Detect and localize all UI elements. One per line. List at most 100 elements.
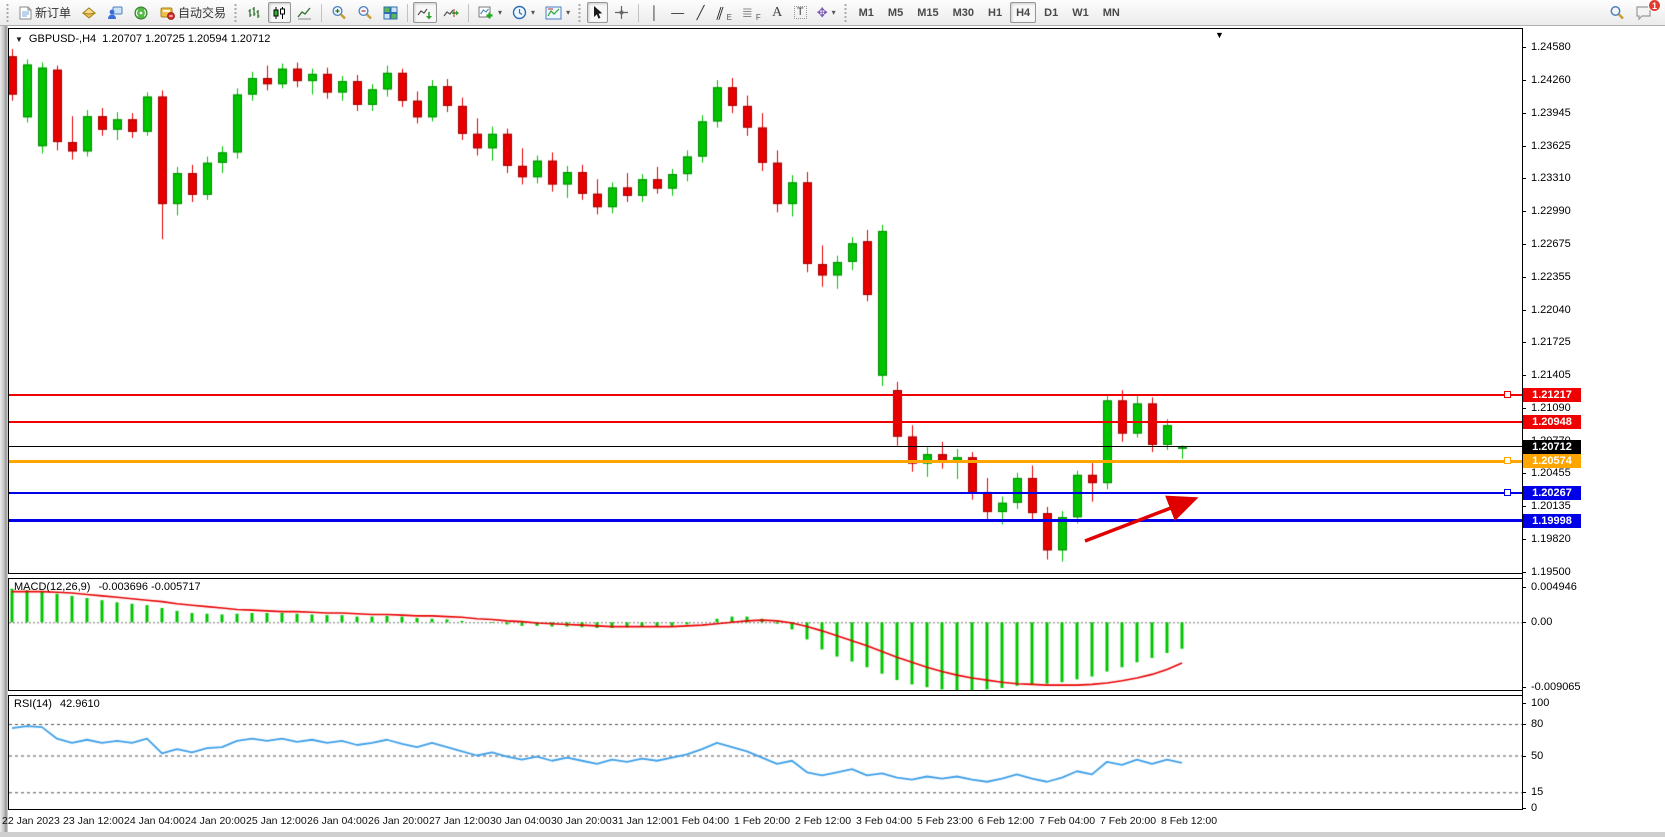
- cursor-button[interactable]: [587, 2, 608, 23]
- time-axis-label: 30 Jan 20:00: [551, 815, 612, 827]
- arrows-button[interactable]: ✥ ▾: [813, 2, 840, 23]
- chart-symbol-period: GBPUSD-,H4: [29, 33, 96, 45]
- time-axis-label: 24 Jan 20:00: [185, 815, 246, 827]
- line-price-tag: 1.20267: [1523, 486, 1581, 500]
- time-axis-label: 26 Jan 04:00: [307, 815, 368, 827]
- new-order-icon: [19, 6, 32, 20]
- line-price-tag: 1.19998: [1523, 514, 1581, 528]
- candlestick-icon: [272, 6, 287, 20]
- text-label-button[interactable]: T: [790, 2, 811, 23]
- new-order-label: 新订单: [35, 4, 71, 21]
- timeframe-button-m1[interactable]: M1: [853, 2, 880, 23]
- time-axis-label: 7 Feb 04:00: [1039, 815, 1095, 827]
- bar-chart-button[interactable]: [243, 2, 266, 23]
- rsi-axis-tick: [1522, 792, 1526, 793]
- timeframe-button-d1[interactable]: D1: [1038, 2, 1064, 23]
- price-axis-tick: [1522, 473, 1526, 474]
- toolbar-grip[interactable]: [5, 4, 10, 22]
- tile-windows-button[interactable]: [379, 2, 402, 23]
- channel-icon: ∥: [715, 6, 726, 19]
- vertical-line-button[interactable]: │: [644, 2, 665, 23]
- crosshair-button[interactable]: [610, 2, 633, 23]
- line-anchor-handle[interactable]: [1504, 489, 1511, 496]
- zoom-in-button[interactable]: [327, 2, 351, 23]
- price-axis-label: 1.21405: [1531, 369, 1571, 381]
- line-anchor-handle[interactable]: [1504, 457, 1511, 464]
- fibonacci-button[interactable]: ≣ F: [738, 2, 765, 23]
- arrows-icon: ✥: [817, 6, 828, 19]
- template-icon: [545, 6, 562, 20]
- text-label-icon: T: [794, 6, 807, 19]
- price-axis-label: 1.22990: [1531, 205, 1571, 217]
- rsi-axis-label: 15: [1531, 786, 1543, 798]
- add-indicator-button[interactable]: ▾: [474, 2, 506, 23]
- horizontal-line-object[interactable]: [9, 492, 1522, 494]
- time-axis-label: 25 Jan 12:00: [246, 815, 307, 827]
- toolbar-grip[interactable]: [577, 4, 582, 22]
- tile-windows-icon: [383, 6, 398, 20]
- toolbar-grip[interactable]: [233, 4, 238, 22]
- price-axis-label: 1.23945: [1531, 107, 1571, 119]
- candlestick-chart-button[interactable]: [268, 2, 291, 23]
- signal-button[interactable]: [129, 2, 153, 23]
- chart-shift-icon: [443, 6, 459, 20]
- line-chart-button[interactable]: [293, 2, 316, 23]
- toolbar-grip[interactable]: [843, 4, 848, 22]
- dropdown-arrow-icon: ▾: [498, 8, 502, 17]
- time-axis-label: 31 Jan 12:00: [612, 815, 673, 827]
- search-button[interactable]: [1605, 2, 1629, 23]
- macd-canvas[interactable]: [9, 579, 1522, 690]
- macd-panel: MACD(12,26,9) -0.003696 -0.005717: [8, 578, 1523, 691]
- horizontal-line-icon: —: [671, 6, 684, 19]
- time-axis-label: 26 Jan 20:00: [368, 815, 429, 827]
- timeframe-button-h1[interactable]: H1: [982, 2, 1008, 23]
- main-chart-panel: ▼ GBPUSD-,H4 1.20707 1.20725 1.20594 1.2…: [8, 28, 1523, 574]
- trader-button[interactable]: [103, 2, 127, 23]
- price-axis-label: 1.22675: [1531, 238, 1571, 250]
- trendline-button[interactable]: ╱: [690, 2, 711, 23]
- timeframe-button-w1[interactable]: W1: [1066, 2, 1095, 23]
- horizontal-line-object[interactable]: [9, 421, 1522, 423]
- horizontal-line-button[interactable]: —: [667, 2, 688, 23]
- chart-window: ▼ GBPUSD-,H4 1.20707 1.20725 1.20594 1.2…: [0, 26, 1665, 837]
- timeframe-button-h4[interactable]: H4: [1010, 2, 1036, 23]
- rsi-axis-tick: [1522, 703, 1526, 704]
- zoom-out-button[interactable]: [353, 2, 377, 23]
- line-anchor-handle[interactable]: [1504, 391, 1511, 398]
- chart-shift-marker[interactable]: ▼: [1215, 30, 1224, 40]
- chart-shift-button[interactable]: [439, 2, 463, 23]
- autotrading-button[interactable]: 自动交易: [155, 2, 230, 23]
- price-axis-label: 1.23625: [1531, 140, 1571, 152]
- price-axis-label: 1.22040: [1531, 304, 1571, 316]
- search-icon: [1609, 5, 1625, 21]
- horizontal-line-object[interactable]: [9, 460, 1522, 463]
- price-axis-tick: [1522, 146, 1526, 147]
- rsi-axis-label: 0: [1531, 802, 1537, 814]
- macd-axis-tick: [1522, 687, 1526, 688]
- auto-scroll-button[interactable]: [413, 2, 437, 23]
- price-axis-label: 1.20135: [1531, 500, 1571, 512]
- price-axis-tick: [1522, 277, 1526, 278]
- price-axis-label: 1.21090: [1531, 402, 1571, 414]
- price-axis-tick: [1522, 211, 1526, 212]
- timeframe-button-mn[interactable]: MN: [1097, 2, 1126, 23]
- periods-button[interactable]: ▾: [508, 2, 539, 23]
- timeframe-button-m15[interactable]: M15: [911, 2, 944, 23]
- gold-icon: [81, 5, 97, 20]
- channel-button[interactable]: ∥ E: [713, 2, 736, 23]
- gold-button[interactable]: [77, 2, 101, 23]
- timeframe-button-m30[interactable]: M30: [947, 2, 980, 23]
- template-button[interactable]: ▾: [541, 2, 574, 23]
- timeframe-button-m5[interactable]: M5: [882, 2, 909, 23]
- trend-arrow-annotation[interactable]: [1069, 469, 1219, 549]
- zoom-in-icon: [331, 5, 347, 20]
- chart-dropdown-icon[interactable]: ▼: [15, 35, 23, 44]
- time-axis-label: 6 Feb 12:00: [978, 815, 1034, 827]
- notifications-button[interactable]: 1: [1631, 2, 1656, 23]
- text-button[interactable]: A: [767, 2, 788, 23]
- horizontal-line-object[interactable]: [9, 394, 1522, 396]
- horizontal-line-object[interactable]: [9, 519, 1522, 522]
- current-price-line[interactable]: [9, 446, 1522, 447]
- new-order-button[interactable]: 新订单: [15, 2, 75, 23]
- rsi-canvas[interactable]: [9, 696, 1522, 809]
